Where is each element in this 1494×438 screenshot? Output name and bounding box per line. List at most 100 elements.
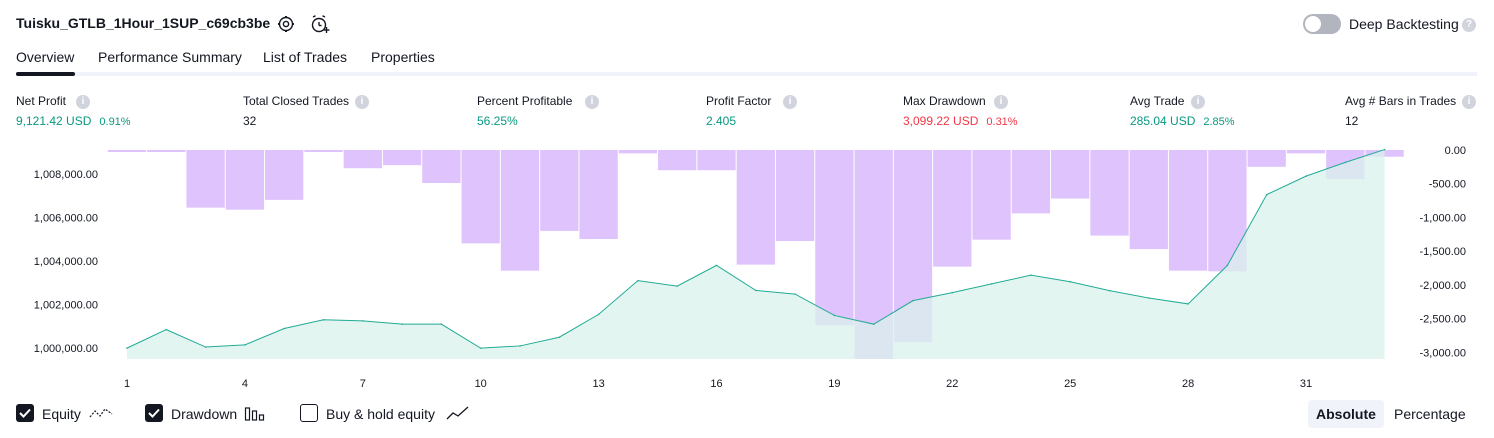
stat-label-net-profit: Net Profit xyxy=(16,94,67,108)
drawdown-bar xyxy=(1090,150,1129,236)
equity-legend-label: Equity xyxy=(42,406,81,422)
deep-backtesting-label: Deep Backtesting xyxy=(1349,16,1459,32)
x-axis-tick: 31 xyxy=(1300,378,1312,390)
left-axis-tick: 1,006,000.00 xyxy=(34,212,98,224)
drawdown-bar xyxy=(697,150,736,171)
stat-label-total-closed-trades: Total Closed Trades xyxy=(243,94,350,108)
right-axis-tick: -2,500.00 xyxy=(1420,314,1466,326)
right-axis: 0.00 -500.00 -1,000.00 -1,500.00 -2,000.00 -2… xyxy=(1420,145,1466,359)
equity-point xyxy=(283,327,286,330)
equity-point xyxy=(1069,280,1071,283)
info-icon[interactable]: i xyxy=(585,95,599,109)
active-tab-indicator xyxy=(16,72,75,76)
equity-point xyxy=(126,347,128,349)
buy-hold-legend-label: Buy & hold equity xyxy=(326,406,435,422)
x-axis-tick: 1 xyxy=(124,378,130,390)
tabs-divider xyxy=(16,72,1477,76)
x-axis-tick: 7 xyxy=(360,378,366,390)
avg-trade-percent: 2.85% xyxy=(1203,116,1235,128)
drawdown-bar xyxy=(343,150,382,169)
right-axis-tick: 0.00 xyxy=(1445,145,1466,157)
add-alert-clock-icon[interactable] xyxy=(310,14,330,34)
equity-point xyxy=(1148,297,1150,299)
drawdown-bar xyxy=(1129,150,1168,250)
left-axis-tick: 1,002,000.00 xyxy=(34,300,98,312)
stat-value-avg-bars-in-trades: 12 xyxy=(1345,114,1359,128)
info-icon[interactable]: i xyxy=(1191,95,1205,109)
info-icon[interactable]: i xyxy=(1462,95,1476,109)
stat-label-avg-bars-in-trades: Avg # Bars in Trades xyxy=(1345,94,1457,108)
equity-drawdown-chart[interactable]: 1,000,000.00 1,002,000.00 1,004,000.00 1,00… xyxy=(0,140,1494,395)
deep-backtesting-toggle[interactable] xyxy=(1303,14,1341,34)
stat-value-net-profit: 9,121.42 USD 0.91% xyxy=(16,114,131,128)
equity-point xyxy=(479,347,482,349)
x-axis-tick: 13 xyxy=(592,378,604,390)
left-axis-tick: 1,004,000.00 xyxy=(34,256,98,268)
drawdown-bar xyxy=(972,150,1011,240)
drawdown-bar xyxy=(1011,150,1051,214)
equity-point xyxy=(1305,175,1307,177)
tab-list-of-trades[interactable]: List of Trades xyxy=(263,49,347,65)
equity-point xyxy=(1344,161,1347,164)
drawdown-bar xyxy=(815,150,854,326)
drawdown-bar xyxy=(618,150,658,154)
x-axis-tick: 28 xyxy=(1182,378,1194,390)
toggle-knob xyxy=(1305,16,1321,32)
equity-point xyxy=(244,344,246,346)
tab-overview[interactable]: Overview xyxy=(16,49,74,65)
equity-point xyxy=(951,291,954,294)
stat-label-max-drawdown: Max Drawdown xyxy=(903,94,986,108)
stat-value-profit-factor: 2.405 xyxy=(706,114,737,128)
drawdown-bar xyxy=(1247,150,1286,167)
drawdown-bar xyxy=(422,150,461,184)
equity-point xyxy=(401,323,403,325)
drawdown-bar xyxy=(186,150,225,208)
equity-point xyxy=(362,320,364,322)
stat-value-max-drawdown: 3,099.22 USD 0.31% xyxy=(903,114,1018,128)
drawdown-checkbox[interactable] xyxy=(145,404,163,422)
equity-point xyxy=(440,323,443,325)
tab-performance-summary[interactable]: Performance Summary xyxy=(98,49,242,65)
drawdown-bar xyxy=(658,150,697,171)
equity-checkbox[interactable] xyxy=(16,404,34,422)
gear-icon[interactable] xyxy=(276,14,296,34)
equity-point xyxy=(204,346,207,348)
x-axis-tick: 10 xyxy=(475,378,487,390)
avg-trade-amount: 285.04 USD xyxy=(1130,114,1196,128)
equity-point xyxy=(715,264,718,267)
drawdown-bar xyxy=(382,150,422,166)
equity-point xyxy=(990,283,993,285)
equity-point xyxy=(1187,303,1189,305)
equity-point xyxy=(637,279,639,282)
equity-point xyxy=(1226,264,1229,267)
drawdown-bar xyxy=(1286,150,1326,154)
equity-wave-icon xyxy=(89,404,113,427)
right-axis-tick: -2,000.00 xyxy=(1420,280,1466,292)
info-icon[interactable]: i xyxy=(994,95,1008,109)
buy-hold-checkbox[interactable] xyxy=(300,404,318,422)
drawdown-bars-icon xyxy=(244,404,266,427)
question-icon[interactable]: ? xyxy=(1462,18,1476,32)
drawdown-bar xyxy=(225,150,265,210)
tab-properties[interactable]: Properties xyxy=(371,49,435,65)
equity-point xyxy=(833,314,836,317)
left-axis: 1,000,000.00 1,002,000.00 1,004,000.00 1,00… xyxy=(34,169,98,355)
drawdown-bar xyxy=(147,150,186,152)
absolute-button[interactable]: Absolute xyxy=(1308,400,1384,428)
info-icon[interactable]: i xyxy=(76,95,90,109)
info-icon[interactable]: i xyxy=(783,95,797,109)
right-axis-tick: -500.00 xyxy=(1429,179,1466,191)
equity-point xyxy=(1108,289,1111,292)
equity-point xyxy=(872,323,875,325)
stat-label-avg-trade: Avg Trade xyxy=(1130,94,1185,108)
equity-point xyxy=(519,345,521,347)
drawdown-bar xyxy=(461,150,500,244)
strategy-name: Tuisku_GTLB_1Hour_1SUP_c69cb3be xyxy=(16,15,271,31)
drawdown-bar xyxy=(1168,150,1208,271)
x-axis-tick: 22 xyxy=(946,378,958,390)
equity-point xyxy=(165,328,168,331)
stat-value-avg-trade: 285.04 USD 2.85% xyxy=(1130,114,1235,128)
percentage-button[interactable]: Percentage xyxy=(1386,400,1474,428)
info-icon[interactable]: i xyxy=(355,95,369,109)
right-axis-tick: -1,000.00 xyxy=(1420,212,1466,224)
